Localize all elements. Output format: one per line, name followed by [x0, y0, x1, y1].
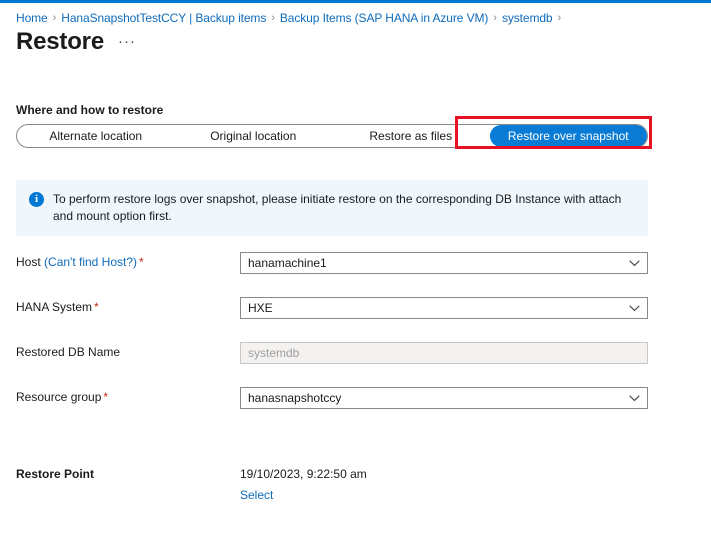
chevron-down-icon[interactable] [621, 388, 647, 408]
info-banner-text: To perform restore logs over snapshot, p… [53, 192, 622, 223]
field-dropdown[interactable]: hanasnapshotccy [240, 387, 648, 409]
cant-find-host-link[interactable]: (Can't find Host?) [44, 255, 137, 269]
field-value: systemdb [248, 346, 300, 360]
field-text-input: systemdb [240, 342, 648, 364]
breadcrumb: Home › HanaSnapshotTestCCY | Backup items ›… [16, 9, 566, 27]
top-accent-strip [0, 0, 711, 3]
required-marker: * [94, 300, 99, 314]
breadcrumb-separator-icon: › [557, 12, 562, 24]
breadcrumb-item-3[interactable]: systemdb [502, 11, 553, 25]
breadcrumb-separator-icon: › [271, 12, 275, 24]
field-value: hanasnapshotccy [248, 391, 342, 405]
field-label: Restored DB Name [16, 345, 120, 359]
pivot-track: Alternate location Original location Resto… [16, 124, 648, 148]
field-dropdown[interactable]: HXE [240, 297, 648, 319]
field-label-text: Resource group [16, 390, 102, 404]
chevron-down-icon[interactable] [621, 298, 647, 318]
pivot-item-restore-as-files[interactable]: Restore as files [332, 125, 490, 147]
field-label-text: HANA System [16, 300, 93, 314]
info-icon: i [29, 192, 44, 207]
field-label: Resource group * [16, 390, 108, 404]
restore-form: Host (Can't find Host?) * hanamachine1 HANA… [0, 252, 711, 432]
breadcrumb-separator-icon: › [493, 12, 497, 24]
more-actions-ellipsis-icon[interactable]: ··· [118, 33, 136, 50]
required-marker: * [139, 255, 144, 269]
breadcrumb-separator-icon: › [52, 12, 57, 24]
form-row: Host (Can't find Host?) * hanamachine1 [0, 252, 711, 297]
page-title-row: Restore ··· [16, 28, 136, 56]
field-label-text: Host [16, 255, 41, 269]
restore-point-value: 19/10/2023, 9:22:50 am [240, 467, 367, 481]
pivot-item-original-location[interactable]: Original location [175, 125, 333, 147]
field-label: Host (Can't find Host?) * [16, 255, 144, 269]
breadcrumb-item-0[interactable]: Home [16, 11, 48, 25]
field-dropdown[interactable]: hanamachine1 [240, 252, 648, 274]
field-value: HXE [248, 301, 273, 315]
restore-point-label: Restore Point [16, 467, 95, 481]
breadcrumb-item-2[interactable]: Backup Items (SAP HANA in Azure VM) [280, 11, 488, 25]
field-label-text: Restored DB Name [16, 345, 121, 359]
restore-point-select-link[interactable]: Select [240, 488, 273, 502]
page-title: Restore [16, 28, 104, 55]
form-row: Resource group * hanasnapshotccy [0, 387, 711, 432]
section-heading-where-and-how-to-restore: Where and how to restore [16, 103, 164, 117]
info-banner: i To perform restore logs over snapshot,… [16, 180, 648, 236]
pivot-item-restore-over-snapshot[interactable]: Restore over snapshot [489, 125, 647, 147]
pivot-item-alternate-location[interactable]: Alternate location [17, 125, 175, 147]
form-row: HANA System * HXE [0, 297, 711, 342]
form-row: Restored DB Name systemdb [0, 342, 711, 387]
field-value: hanamachine1 [248, 256, 327, 270]
restore-mode-pivot[interactable]: Alternate location Original location Resto… [16, 124, 648, 148]
breadcrumb-item-1[interactable]: HanaSnapshotTestCCY | Backup items [61, 11, 266, 25]
chevron-down-icon[interactable] [621, 253, 647, 273]
field-label: HANA System * [16, 300, 99, 314]
required-marker: * [103, 390, 109, 404]
